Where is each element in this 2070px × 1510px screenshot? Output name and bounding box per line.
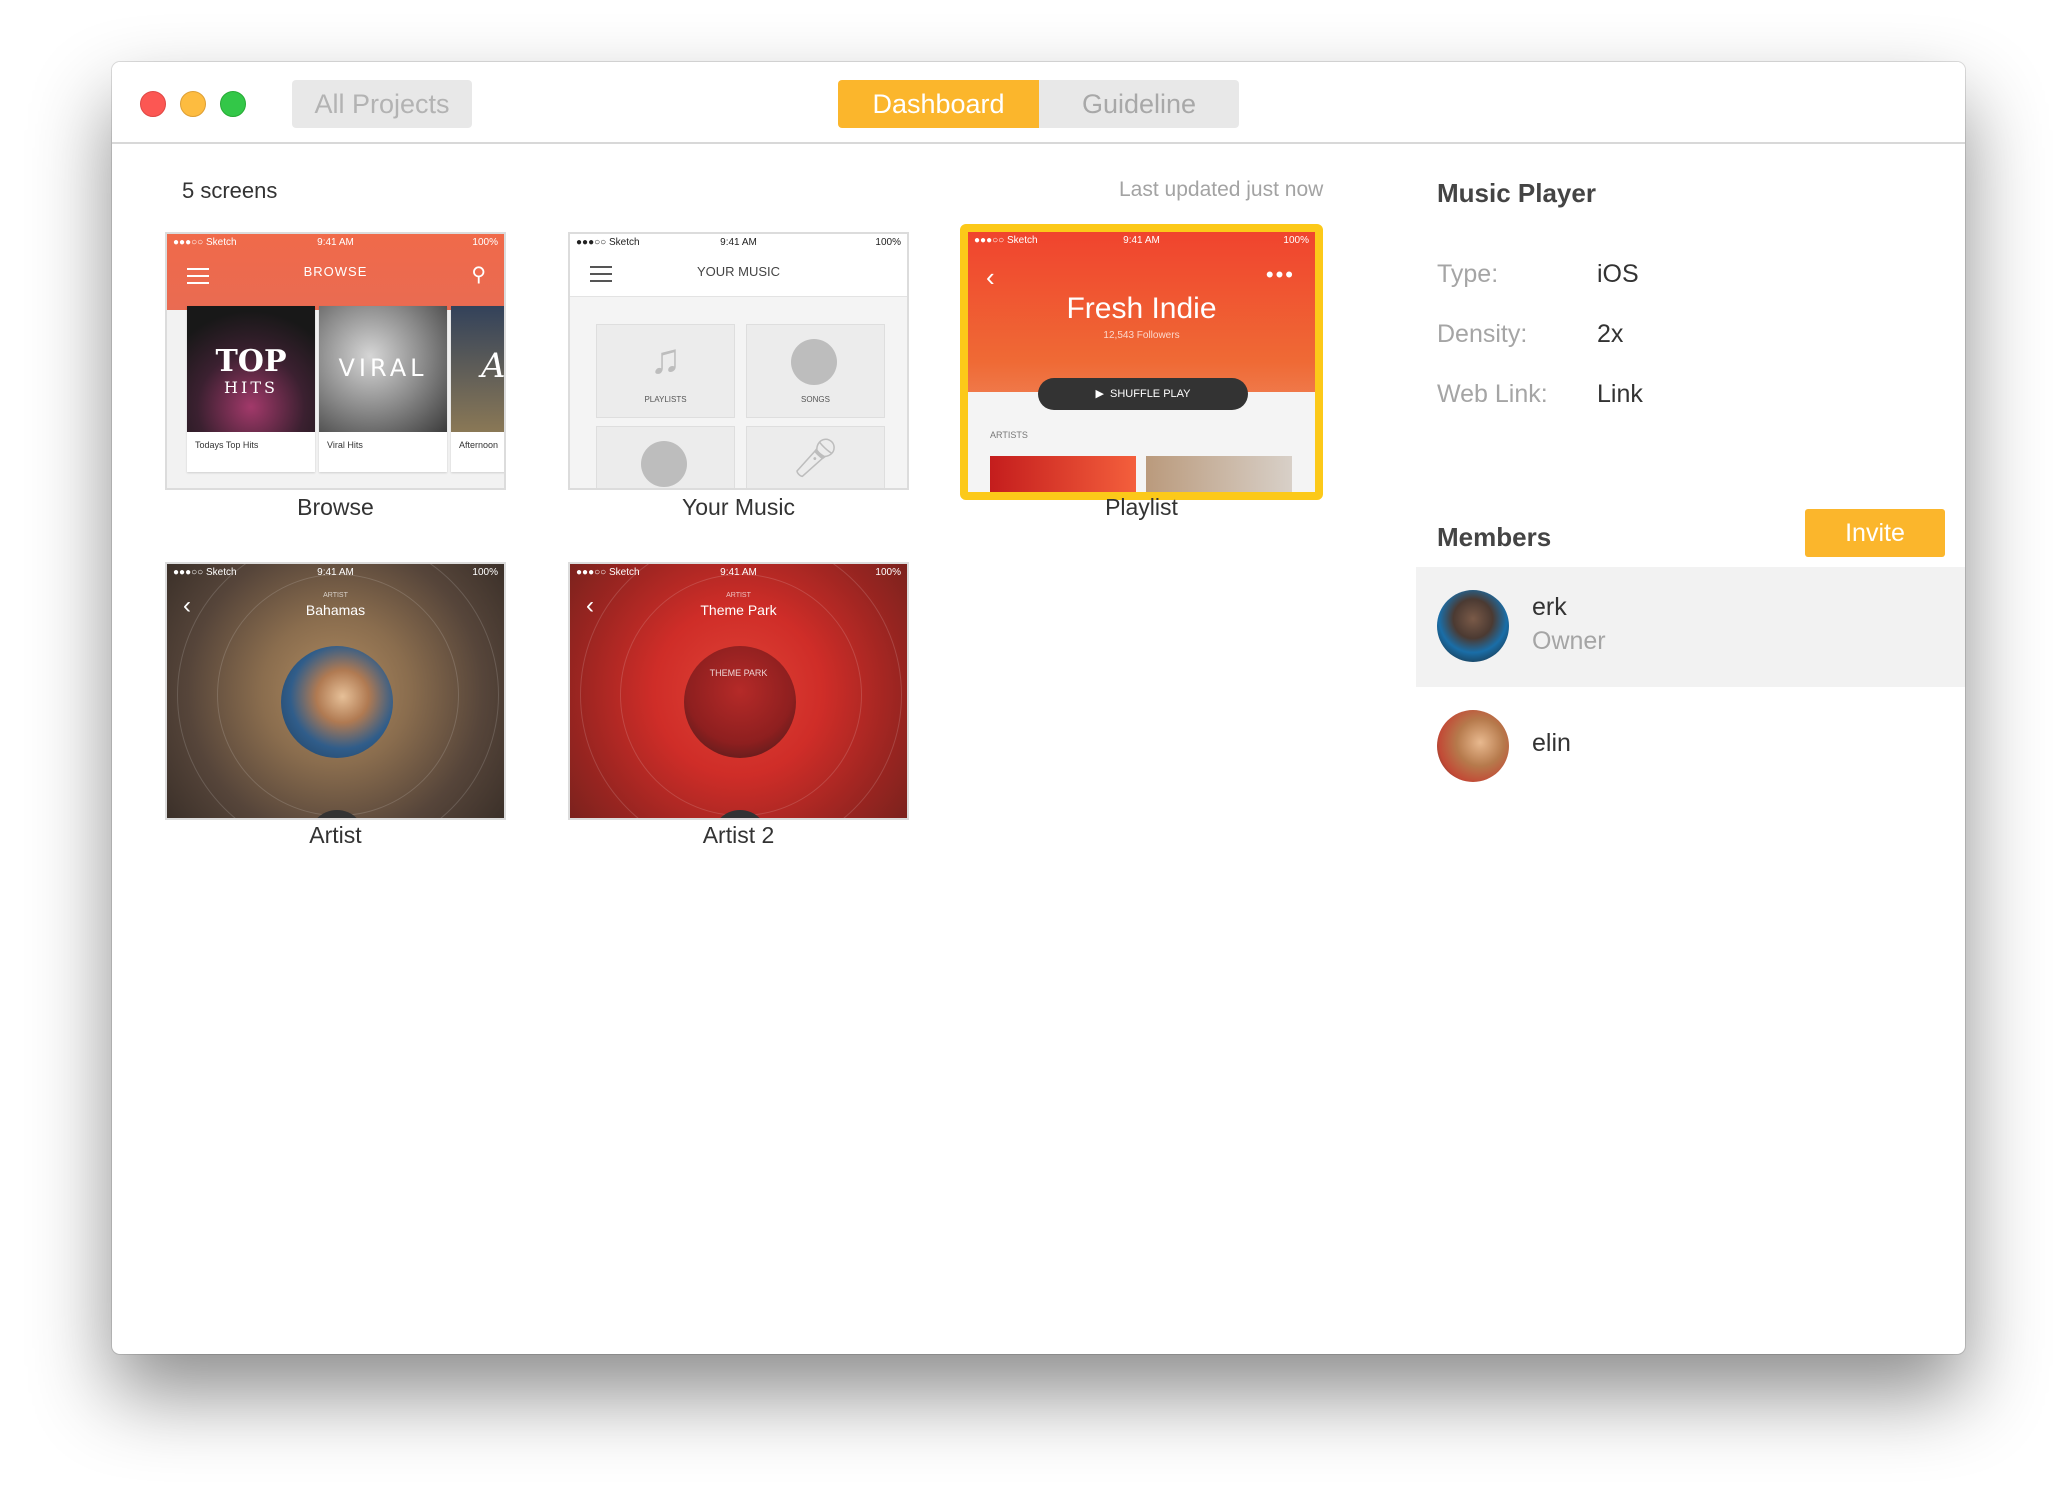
album-art: A bbox=[451, 306, 506, 432]
screen-label-your-music: Your Music bbox=[682, 494, 795, 520]
time-label: 9:41 AM bbox=[317, 237, 354, 248]
artist-image bbox=[990, 456, 1136, 492]
member-name: elin bbox=[1532, 729, 1571, 757]
avatar bbox=[1437, 590, 1509, 662]
album-card: VIRAL Viral Hits bbox=[319, 306, 447, 472]
maximize-window-button[interactable] bbox=[220, 91, 246, 117]
microphone-icon: 🎤︎ bbox=[791, 438, 840, 480]
time-label: 9:41 AM bbox=[1123, 235, 1160, 246]
status-bar: ●●●○○ Sketch 9:41 AM 100% bbox=[570, 564, 907, 582]
battery-label: 100% bbox=[875, 237, 901, 248]
album-art-title: A bbox=[481, 346, 506, 386]
artist-caption: ARTIST bbox=[323, 592, 348, 599]
screen-thumbnail-browse[interactable]: ●●●○○ Sketch 9:41 AM 100% BROWSE ⚲ TOP H… bbox=[165, 232, 506, 490]
status-bar: ●●●○○ Sketch 9:41 AM 100% bbox=[167, 564, 504, 582]
last-updated: Last updated just now bbox=[1119, 178, 1324, 201]
album-art: VIRAL bbox=[319, 306, 447, 432]
tile-label: SONGS bbox=[801, 395, 830, 404]
project-title: Music Player bbox=[1437, 178, 1596, 208]
density-key: Density: bbox=[1437, 320, 1528, 348]
screen-label-browse: Browse bbox=[297, 494, 374, 520]
back-chevron-icon: ‹ bbox=[986, 262, 995, 292]
tile-label: PLAYLISTS bbox=[644, 395, 687, 404]
more-icon: ••• bbox=[1265, 262, 1295, 287]
album-tag: THEME PARK bbox=[709, 668, 768, 678]
invite-button[interactable]: Invite bbox=[1805, 509, 1945, 557]
album-caption: Afternoon bbox=[459, 440, 499, 450]
artists-tile: 🎤︎ bbox=[746, 426, 885, 488]
songs-tile: SONGS bbox=[746, 324, 885, 418]
tab-guideline[interactable]: Guideline bbox=[1039, 80, 1239, 128]
avatar bbox=[1437, 710, 1509, 782]
title-bar: All Projects Dashboard Guideline bbox=[112, 62, 1965, 144]
album-art-title: TOP bbox=[215, 344, 287, 379]
shuffle-play-button: ▶ SHUFFLE PLAY bbox=[1038, 378, 1248, 410]
shuffle-label: SHUFFLE PLAY bbox=[1110, 388, 1191, 400]
album-caption: Todays Top Hits bbox=[195, 440, 259, 450]
album-card: TOP HITS Todays Top Hits bbox=[187, 306, 315, 472]
screen-thumbnail-your-music[interactable]: ●●●○○ Sketch 9:41 AM 100% YOUR MUSIC ♫ P… bbox=[568, 232, 909, 490]
status-bar: ●●●○○ Sketch 9:41 AM 100% bbox=[167, 234, 504, 252]
screen-label-artist-2: Artist 2 bbox=[702, 822, 775, 848]
battery-label: 100% bbox=[1283, 235, 1309, 246]
artist-photo bbox=[684, 646, 796, 758]
album-art: TOP HITS bbox=[187, 306, 315, 432]
artists-section-label: ARTISTS bbox=[990, 430, 1028, 440]
play-icon: ▶ bbox=[1095, 388, 1111, 400]
member-row[interactable]: elin bbox=[1416, 687, 1965, 807]
time-label: 9:41 AM bbox=[720, 567, 757, 578]
screen-label-artist: Artist bbox=[309, 822, 362, 848]
web-link[interactable]: Link bbox=[1597, 380, 1643, 409]
screen-header: BROWSE bbox=[303, 264, 368, 279]
battery-label: 100% bbox=[472, 237, 498, 248]
members-title: Members bbox=[1437, 522, 1552, 552]
member-name: erk bbox=[1532, 593, 1567, 621]
playlists-tile: ♫ PLAYLISTS bbox=[596, 324, 735, 418]
member-role: Owner bbox=[1532, 627, 1606, 655]
battery-label: 100% bbox=[472, 567, 498, 578]
all-projects-button[interactable]: All Projects bbox=[292, 80, 472, 128]
song-icon bbox=[791, 339, 837, 385]
artist-image bbox=[1146, 456, 1292, 492]
screen-thumbnail-artist-2[interactable]: ●●●○○ Sketch 9:41 AM 100% ‹ ARTIST Theme… bbox=[568, 562, 909, 820]
battery-label: 100% bbox=[875, 567, 901, 578]
status-bar: ●●●○○ Sketch 9:41 AM 100% bbox=[968, 232, 1315, 250]
playlist-followers: 12,543 Followers bbox=[1103, 330, 1180, 341]
playlist-title: Fresh Indie bbox=[1066, 292, 1217, 325]
density-value: 2x bbox=[1597, 320, 1624, 348]
time-label: 9:41 AM bbox=[317, 567, 354, 578]
minimize-window-button[interactable] bbox=[180, 91, 206, 117]
app-window: All Projects Dashboard Guideline 5 scree… bbox=[112, 62, 1965, 1354]
screen-label-playlist: Playlist bbox=[1105, 494, 1178, 520]
member-row[interactable]: erk Owner bbox=[1416, 567, 1965, 687]
web-link-key: Web Link: bbox=[1437, 380, 1548, 408]
screen-thumbnail-artist[interactable]: ●●●○○ Sketch 9:41 AM 100% ‹ ARTIST Baham… bbox=[165, 562, 506, 820]
album-caption: Viral Hits bbox=[327, 440, 363, 450]
artist-caption: ARTIST bbox=[726, 592, 751, 599]
type-value: iOS bbox=[1597, 260, 1639, 288]
artist-photo bbox=[281, 646, 393, 758]
albums-tile bbox=[596, 426, 735, 488]
album-icon bbox=[641, 441, 687, 487]
music-note-icon: ♫ bbox=[649, 335, 682, 382]
search-icon: ⚲ bbox=[471, 264, 486, 286]
type-key: Type: bbox=[1437, 260, 1499, 288]
artist-name: Bahamas bbox=[305, 602, 366, 618]
album-card: A Afternoon bbox=[451, 306, 506, 472]
close-window-button[interactable] bbox=[140, 91, 166, 117]
status-bar: ●●●○○ Sketch 9:41 AM 100% bbox=[570, 234, 907, 252]
screen-header: YOUR MUSIC bbox=[696, 264, 781, 279]
artist-name: Theme Park bbox=[700, 602, 777, 618]
screen-thumbnail-playlist[interactable]: ●●●○○ Sketch 9:41 AM 100% ‹ ••• Fresh In… bbox=[960, 224, 1323, 500]
album-art-subtitle: HITS bbox=[224, 378, 278, 397]
tab-dashboard[interactable]: Dashboard bbox=[838, 80, 1039, 128]
screens-count: 5 screens bbox=[182, 178, 278, 203]
album-art-title: VIRAL bbox=[338, 354, 428, 382]
time-label: 9:41 AM bbox=[720, 237, 757, 248]
